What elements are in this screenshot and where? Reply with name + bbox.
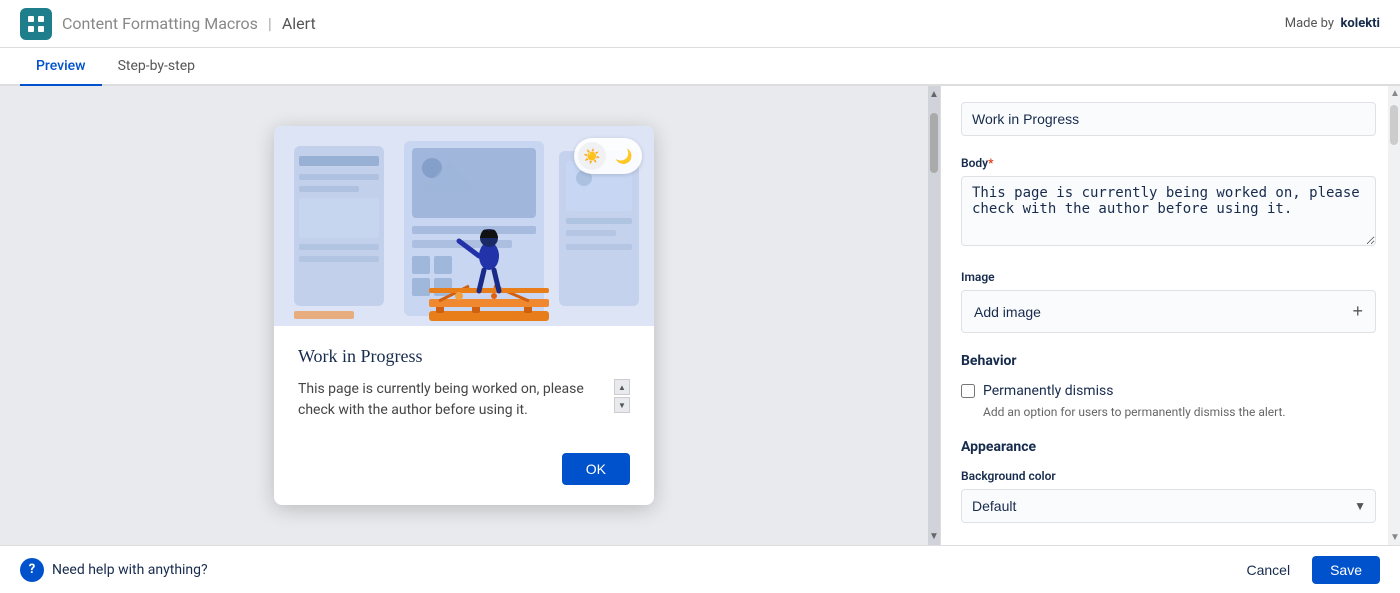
preview-panel: ☀️ 🌙 Work in Progress This page is curre… — [0, 86, 928, 545]
image-field-group: Image Add image + — [961, 270, 1376, 333]
scrollbar-thumb[interactable] — [930, 113, 938, 173]
right-scrollbar: ▲ ▼ — [1388, 86, 1400, 545]
ok-button[interactable]: OK — [562, 453, 630, 485]
title-input[interactable] — [961, 102, 1376, 136]
brand-name: kolekti — [1340, 16, 1380, 31]
text-scroll-controls: ▲ ▼ — [614, 379, 630, 413]
preview-area-wrapper: ☀️ 🌙 Work in Progress This page is curre… — [0, 86, 940, 545]
header: Content Formatting Macros | Alert Made b… — [0, 0, 1400, 48]
text-scroll-up[interactable]: ▲ — [614, 379, 630, 395]
footer-actions: Cancel Save — [1234, 556, 1380, 584]
plus-icon: + — [1352, 301, 1363, 322]
modal-card: ☀️ 🌙 Work in Progress This page is curre… — [274, 126, 654, 505]
appearance-section: Appearance Background color Default Blue… — [961, 439, 1376, 523]
help-icon: ? — [20, 558, 44, 582]
dark-theme-button[interactable]: 🌙 — [610, 142, 638, 170]
scrollbar-down-arrow[interactable]: ▼ — [928, 528, 940, 545]
modal-footer: OK — [274, 441, 654, 505]
app-title: Content Formatting Macros | Alert — [62, 14, 316, 33]
tab-preview[interactable]: Preview — [20, 48, 102, 86]
background-color-label: Background color — [961, 469, 1376, 483]
body-textarea[interactable]: This page is currently being worked on, … — [961, 176, 1376, 246]
save-button[interactable]: Save — [1312, 556, 1380, 584]
permanently-dismiss-checkbox[interactable] — [961, 384, 975, 398]
modal-body-text: This page is currently being worked on, … — [298, 379, 606, 421]
subtitle-text: Alert — [282, 14, 316, 33]
title-field-group — [961, 102, 1376, 136]
main-content: ☀️ 🌙 Work in Progress This page is curre… — [0, 86, 1400, 545]
modal-illustration: ☀️ 🌙 — [274, 126, 654, 326]
body-label: Body* — [961, 156, 1376, 170]
header-left: Content Formatting Macros | Alert — [20, 8, 316, 40]
preview-scrollbar: ▲ ▼ — [928, 86, 940, 545]
right-scrollbar-up[interactable]: ▲ — [1388, 86, 1400, 101]
tabs-bar: Preview Step-by-step — [0, 48, 1400, 86]
made-by-label: Made by kolekti — [1285, 16, 1380, 31]
right-panel-content: Body* This page is currently being worke… — [941, 86, 1400, 545]
right-scrollbar-thumb[interactable] — [1390, 105, 1398, 145]
light-theme-button[interactable]: ☀️ — [578, 142, 606, 170]
app-title-text: Content Formatting Macros — [62, 14, 258, 33]
behavior-heading: Behavior — [961, 353, 1376, 369]
permanently-dismiss-label: Permanently dismiss — [983, 383, 1113, 399]
background-color-select[interactable]: Default Blue Green Red Yellow — [961, 489, 1376, 523]
modal-title: Work in Progress — [298, 346, 630, 367]
right-panel: ▲ ▼ Body* This page is currently being w… — [940, 86, 1400, 545]
add-image-label: Add image — [974, 304, 1041, 320]
help-text: Need help with anything? — [52, 562, 208, 578]
right-scrollbar-down[interactable]: ▼ — [1388, 530, 1400, 545]
image-label: Image — [961, 270, 1376, 284]
tab-step-by-step[interactable]: Step-by-step — [102, 48, 211, 86]
theme-toggles: ☀️ 🌙 — [574, 138, 642, 174]
footer: ? Need help with anything? Cancel Save — [0, 545, 1400, 593]
scrollbar-up-arrow[interactable]: ▲ — [928, 86, 940, 103]
behavior-section: Behavior Permanently dismiss Add an opti… — [961, 353, 1376, 419]
permanently-dismiss-row: Permanently dismiss — [961, 383, 1376, 399]
cancel-button[interactable]: Cancel — [1234, 556, 1302, 584]
app-icon — [20, 8, 52, 40]
body-field-group: Body* This page is currently being worke… — [961, 156, 1376, 250]
text-scroll-down[interactable]: ▼ — [614, 397, 630, 413]
appearance-heading: Appearance — [961, 439, 1376, 455]
modal-text-area: This page is currently being worked on, … — [298, 379, 630, 421]
permanently-dismiss-hint: Add an option for users to permanently d… — [961, 405, 1376, 419]
add-image-button[interactable]: Add image + — [961, 290, 1376, 333]
background-color-wrapper: Default Blue Green Red Yellow ▼ — [961, 489, 1376, 523]
help-section: ? Need help with anything? — [20, 558, 208, 582]
modal-body: Work in Progress This page is currently … — [274, 326, 654, 441]
separator: | — [268, 14, 272, 33]
